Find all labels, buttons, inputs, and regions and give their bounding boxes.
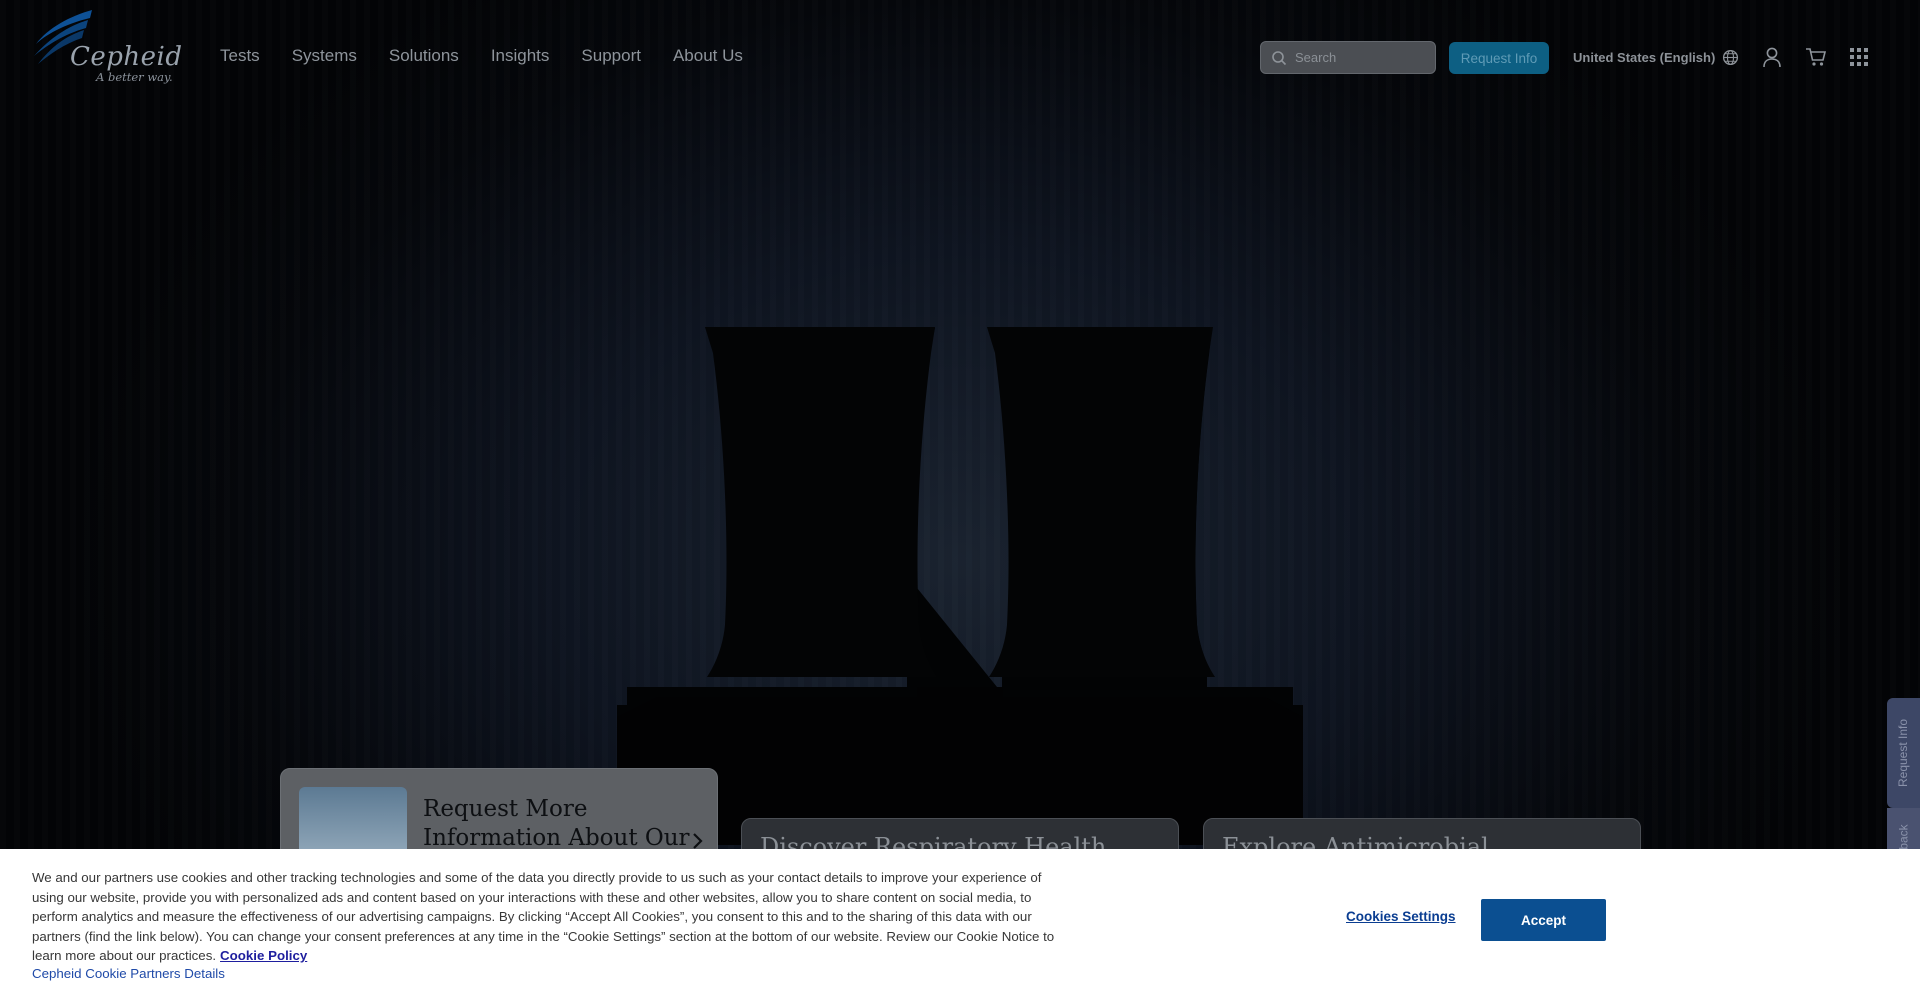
user-icon[interactable] [1762,46,1782,68]
cookies-settings-button[interactable]: Cookies Settings [1346,909,1456,924]
side-request-info-label: Request Info [1896,718,1911,788]
locale-selector[interactable]: United States (English) [1573,49,1739,66]
hero-section: Cepheid A better way. Tests Systems Solu… [0,0,1920,993]
search-icon [1272,50,1287,65]
search-input[interactable] [1295,50,1425,65]
locale-label: United States (English) [1573,50,1716,65]
side-feedback-label: back [1896,824,1911,850]
request-info-card-title: Request More Information About Our [423,796,690,851]
cookie-banner: We and our partners use cookies and othe… [0,849,1920,993]
side-request-info-tab[interactable]: Request Info [1887,698,1920,808]
cookie-notice-body: We and our partners use cookies and othe… [32,870,1055,963]
accept-cookies-button[interactable]: Accept [1481,899,1606,941]
nav-item-insights[interactable]: Insights [491,46,550,66]
cepheid-logo[interactable]: Cepheid A better way. [30,8,182,86]
app-grid-icon[interactable] [1850,48,1868,66]
request-info-button[interactable]: Request Info [1449,42,1549,74]
search-box[interactable] [1260,41,1436,74]
nav-item-about-us[interactable]: About Us [673,46,743,66]
nav-item-support[interactable]: Support [581,46,641,66]
cart-icon[interactable] [1805,47,1827,67]
nav-item-solutions[interactable]: Solutions [389,46,459,66]
logo-wordmark: Cepheid [70,42,183,72]
globe-icon [1723,49,1739,66]
site-header: Cepheid A better way. Tests Systems Solu… [0,0,1920,116]
chevron-right-icon [693,833,703,849]
genexpert-instruments-image [617,327,1303,845]
cookie-partners-link[interactable]: Cepheid Cookie Partners Details [32,966,225,981]
nav-item-systems[interactable]: Systems [292,46,357,66]
logo-tagline: A better way. [96,70,173,84]
cookie-banner-text: We and our partners use cookies and othe… [32,868,1062,966]
nav-item-tests[interactable]: Tests [220,46,260,66]
cookie-policy-link[interactable]: Cookie Policy [220,948,307,963]
main-nav: Tests Systems Solutions Insights Support… [220,46,775,66]
